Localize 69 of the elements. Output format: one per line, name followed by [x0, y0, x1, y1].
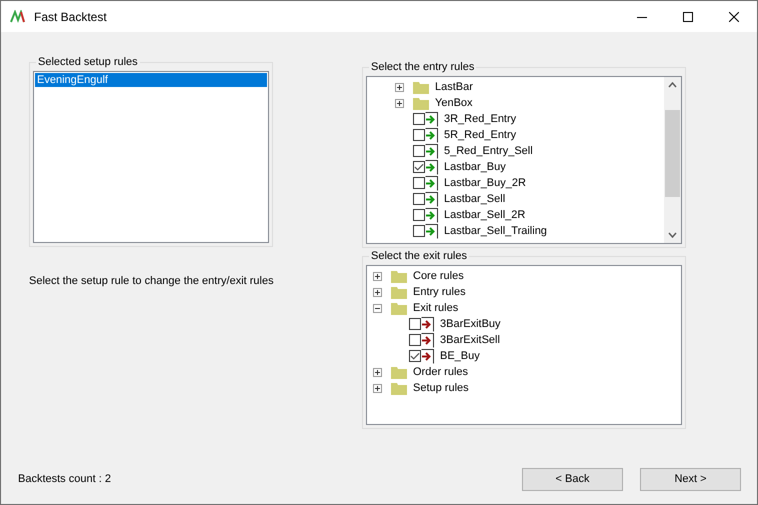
hint-text: Select the setup rule to change the entry/exit rules: [29, 275, 275, 287]
folder-icon: [391, 366, 407, 378]
arrow-right-icon: [425, 192, 438, 206]
arrow-right-icon: [425, 160, 438, 174]
expand-toggle-icon[interactable]: [373, 304, 382, 312]
checkbox[interactable]: [409, 318, 421, 330]
checkbox[interactable]: [413, 225, 425, 237]
checkbox[interactable]: [413, 161, 425, 173]
arrow-right-icon: [421, 316, 434, 332]
checkbox[interactable]: [413, 113, 425, 125]
maximize-icon[interactable]: [683, 12, 693, 22]
tree-item[interactable]: Lastbar_Sell_2R: [444, 209, 526, 221]
folder-icon: [413, 96, 429, 110]
backtests-count: Backtests count : 2: [18, 473, 111, 485]
tree-item[interactable]: Lastbar_Buy: [444, 161, 506, 173]
arrow-right-icon: [425, 128, 438, 142]
arrow-right-icon: [425, 224, 438, 238]
arrow-right-icon: [425, 176, 438, 190]
arrow-right-icon: [421, 348, 434, 364]
checkbox[interactable]: [413, 177, 425, 189]
checkbox[interactable]: [413, 209, 425, 221]
tree-item[interactable]: Lastbar_Sell: [444, 193, 506, 205]
checkbox[interactable]: [409, 334, 421, 346]
list-item[interactable]: EveningEngulf: [35, 73, 267, 87]
tree-item[interactable]: Setup rules: [413, 382, 469, 394]
window-title: Fast Backtest: [34, 10, 107, 24]
expand-toggle-icon[interactable]: [373, 368, 382, 376]
arrow-right-icon: [425, 208, 438, 222]
tree-item[interactable]: 3R_Red_Entry: [444, 113, 516, 125]
group-title: Selected setup rules: [36, 56, 140, 69]
tree-item[interactable]: Lastbar_Buy_2R: [444, 177, 526, 189]
tree-item[interactable]: Exit rules: [413, 302, 458, 314]
nav-button[interactable]: < Back: [522, 468, 623, 490]
scroll-up-icon[interactable]: [668, 82, 677, 88]
expand-toggle-icon[interactable]: [395, 82, 404, 92]
expand-toggle-icon[interactable]: [395, 98, 404, 108]
tree-item[interactable]: Order rules: [413, 366, 468, 378]
checkbox[interactable]: [413, 129, 425, 141]
group-title: Select the entry rules: [369, 61, 476, 74]
arrow-right-icon: [421, 332, 434, 348]
arrow-right-icon: [425, 144, 438, 158]
scroll-down-icon[interactable]: [668, 232, 677, 238]
tree-item[interactable]: Entry rules: [413, 286, 466, 298]
folder-icon: [391, 270, 407, 282]
tree-item[interactable]: Lastbar_Sell_Trailing: [444, 225, 547, 237]
expand-toggle-icon[interactable]: [373, 288, 382, 296]
tree-item[interactable]: 3BarExitBuy: [440, 318, 501, 330]
tree-item[interactable]: LastBar: [435, 81, 473, 93]
tree-item[interactable]: 5R_Red_Entry: [444, 129, 516, 141]
tree-item[interactable]: 3BarExitSell: [440, 334, 500, 346]
nav-button[interactable]: Next >: [640, 468, 741, 490]
close-icon[interactable]: [729, 12, 739, 22]
checkbox[interactable]: [409, 350, 421, 362]
scrollbar-thumb[interactable]: [665, 110, 680, 197]
tree-item[interactable]: YenBox: [435, 97, 473, 109]
tree-item[interactable]: 5_Red_Entry_Sell: [444, 145, 533, 157]
folder-icon: [391, 286, 407, 298]
scrollbar[interactable]: [664, 77, 681, 243]
app-logo-icon: [10, 10, 26, 24]
checkbox[interactable]: [413, 145, 425, 157]
expand-toggle-icon[interactable]: [373, 384, 382, 392]
folder-icon: [391, 302, 407, 314]
checkbox[interactable]: [413, 193, 425, 205]
tree-item[interactable]: BE_Buy: [440, 350, 480, 362]
folder-icon: [391, 382, 407, 394]
expand-toggle-icon[interactable]: [373, 272, 382, 280]
arrow-right-icon: [425, 112, 438, 126]
folder-icon: [413, 80, 429, 94]
tree-item[interactable]: Core rules: [413, 270, 464, 282]
